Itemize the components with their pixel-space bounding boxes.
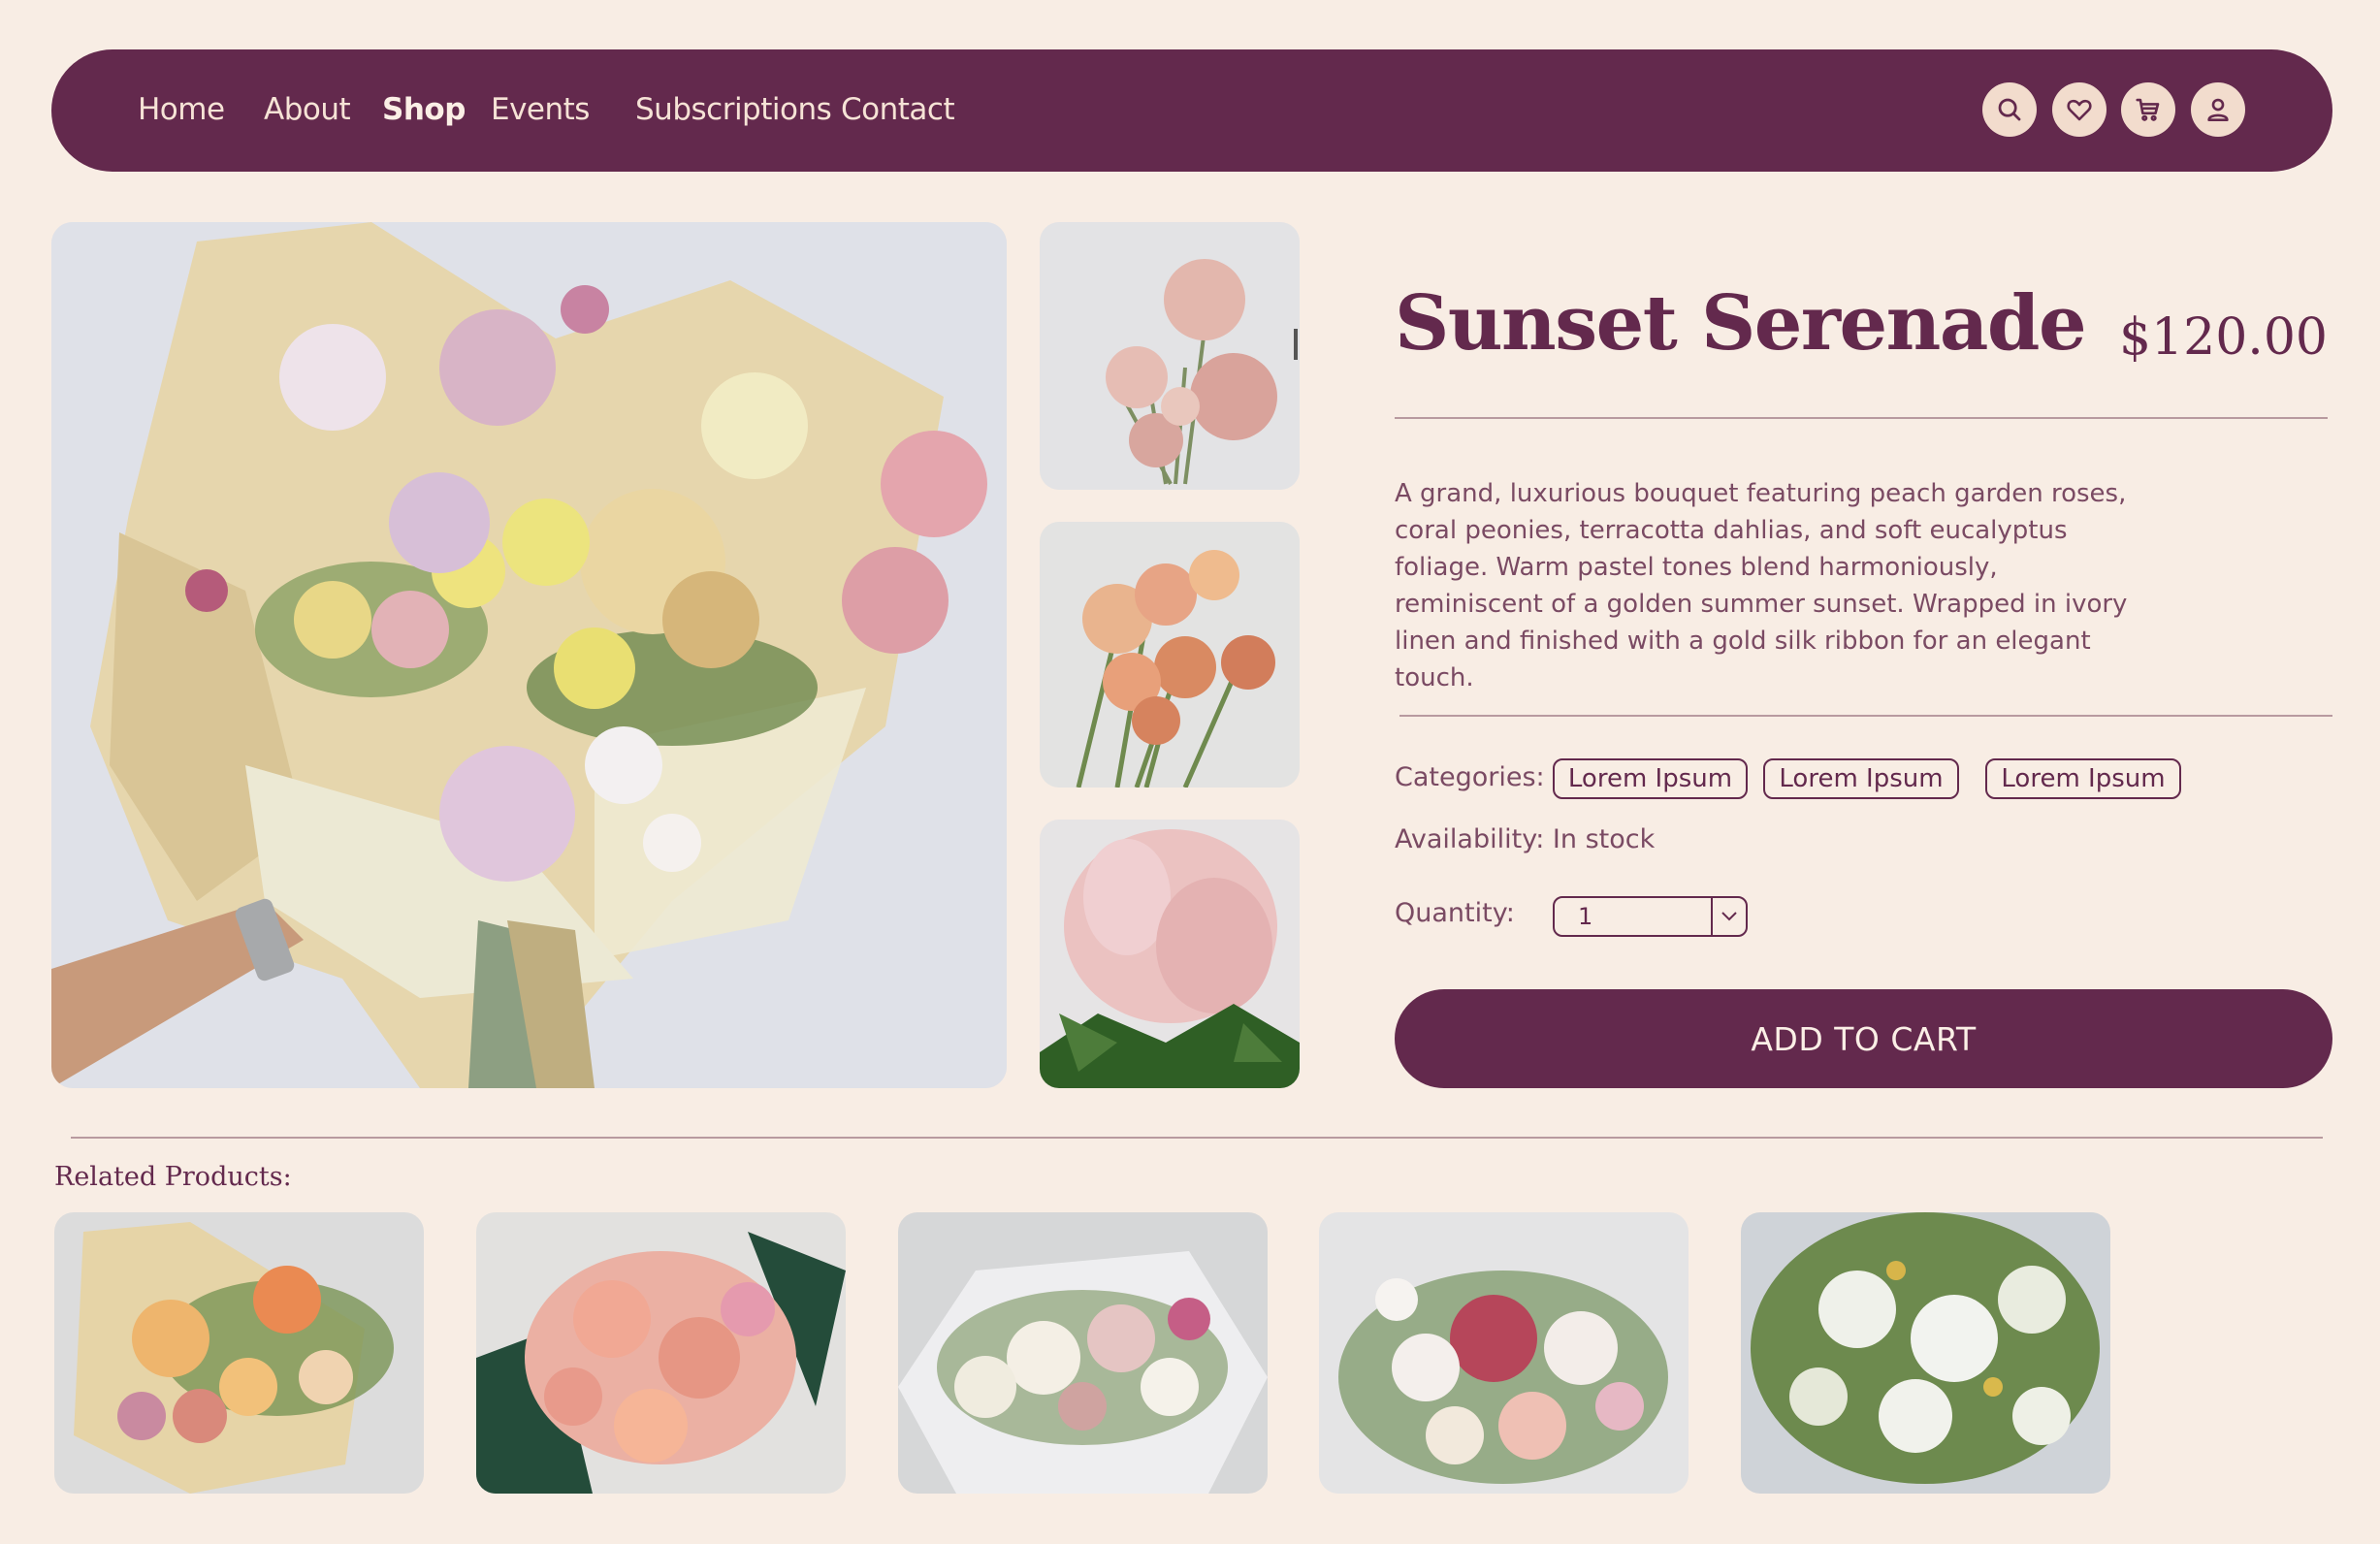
related-product-3[interactable] [898, 1212, 1268, 1494]
main-product-image [51, 222, 1007, 1088]
user-icon[interactable] [2191, 82, 2245, 137]
chevron-down-icon[interactable] [1711, 898, 1746, 935]
nav-about[interactable]: About [264, 92, 351, 127]
related-divider [71, 1137, 2323, 1139]
nav-events[interactable]: Events [491, 92, 590, 127]
nav-subscriptions[interactable]: Subscriptions [635, 92, 832, 127]
quantity-label: Quantity: [1395, 898, 1515, 928]
product-description: A grand, luxurious bouquet featuring pea… [1395, 479, 2128, 692]
availability-label: Availability: [1395, 824, 1545, 854]
product-page: Home About Shop Events Subscriptions Con… [0, 0, 2380, 1544]
cart-icon[interactable] [2121, 82, 2175, 137]
product-price: $120.00 [2118, 308, 2328, 367]
title-divider [1395, 417, 2328, 419]
heart-icon[interactable] [2052, 82, 2107, 137]
nav-contact[interactable]: Contact [841, 92, 955, 127]
product-title: Sunset Serenade [1395, 279, 2087, 368]
category-tag[interactable]: Lorem Ipsum [1985, 758, 2181, 799]
thumbnail-1[interactable] [1040, 222, 1300, 490]
category-tag[interactable]: Lorem Ipsum [1763, 758, 1959, 799]
nav-shop[interactable]: Shop [382, 92, 466, 127]
add-to-cart-button[interactable]: ADD TO CART [1395, 989, 2332, 1088]
availability: Availability: In stock [1395, 824, 1655, 854]
quantity-select[interactable]: 1 [1553, 896, 1748, 937]
thumbnail-2[interactable] [1040, 522, 1300, 788]
quantity-value: 1 [1578, 903, 1593, 930]
related-product-4[interactable] [1319, 1212, 1689, 1494]
categories-label: Categories: [1395, 762, 1545, 792]
search-icon[interactable] [1982, 82, 2037, 137]
main-nav: Home About Shop Events Subscriptions Con… [51, 49, 2332, 172]
category-tag[interactable]: Lorem Ipsum [1553, 758, 1748, 799]
availability-value: In stock [1552, 824, 1656, 854]
related-product-5[interactable] [1741, 1212, 2110, 1494]
related-heading: Related Products: [54, 1162, 292, 1192]
related-product-2[interactable] [476, 1212, 846, 1494]
description-divider [1399, 715, 2332, 717]
nav-home[interactable]: Home [138, 92, 225, 127]
thumbnail-3[interactable] [1040, 820, 1300, 1088]
related-product-1[interactable] [54, 1212, 424, 1494]
